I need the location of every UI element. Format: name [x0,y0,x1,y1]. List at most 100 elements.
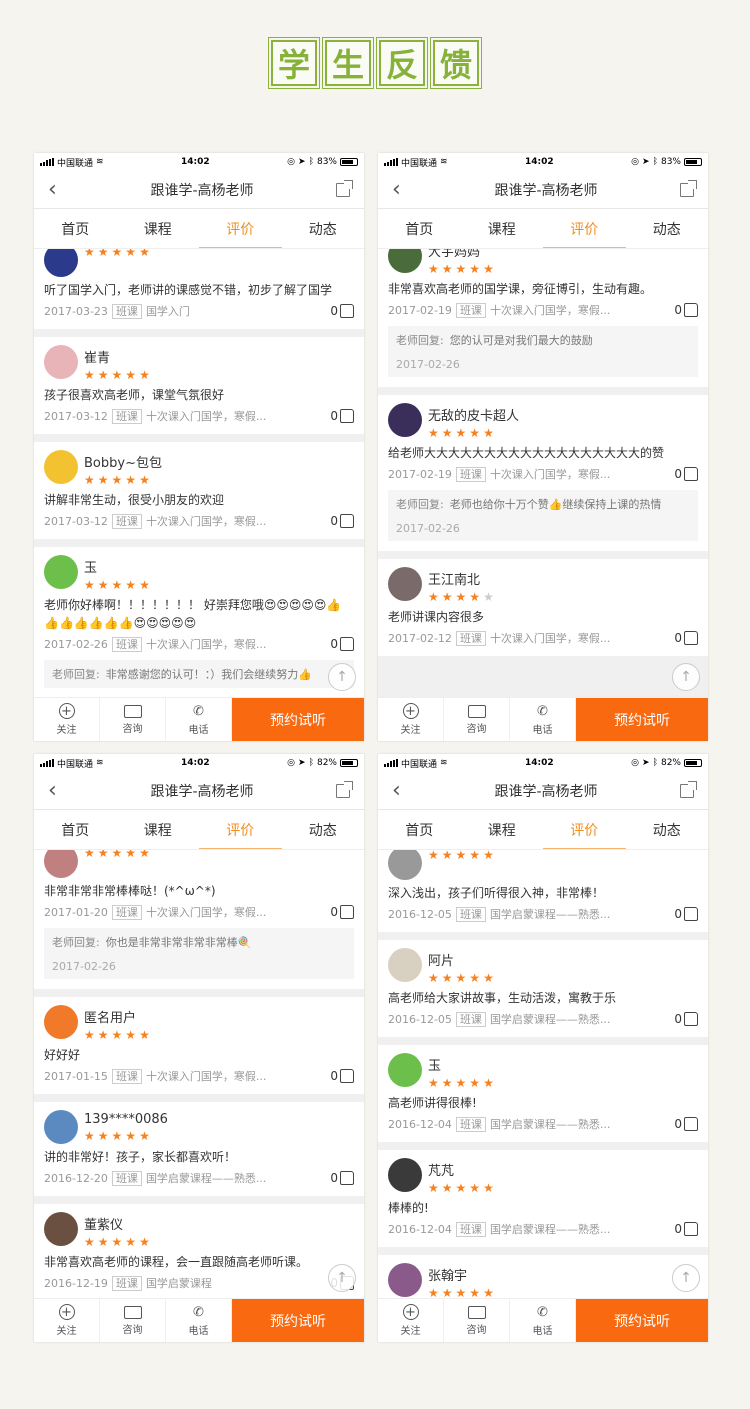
course-name[interactable]: 国学启蒙课程——熟悉... [490,1221,674,1237]
like-button[interactable]: 0 [330,514,354,528]
avatar[interactable] [44,345,78,379]
tab-feed[interactable]: 动态 [282,810,365,849]
course-name[interactable]: 国学启蒙课程——熟悉... [490,1011,674,1027]
avatar[interactable] [44,555,78,589]
avatar[interactable] [44,1005,78,1039]
avatar[interactable] [44,249,78,277]
reply-label: 老师回复: [52,936,100,949]
tab-home[interactable]: 首页 [378,209,461,248]
consult-button[interactable]: 咨询 [100,698,166,741]
like-count: 0 [674,631,682,645]
course-name[interactable]: 十次课入门国学，寒假... [146,1068,330,1084]
follow-button[interactable]: + 关注 [34,698,100,741]
course-name[interactable]: 十次课入门国学，寒假... [146,636,330,652]
course-name[interactable]: 国学启蒙课程 [146,1275,330,1291]
status-left: 中国联通 ≋ [40,156,104,169]
like-button[interactable]: 0 [330,637,354,651]
avatar[interactable] [388,249,422,273]
like-button[interactable]: 0 [674,1117,698,1131]
like-button[interactable]: 0 [674,467,698,481]
follow-button[interactable]: + 关注 [378,1299,444,1342]
share-icon[interactable] [680,780,697,798]
book-trial-button[interactable]: 预约试听 [576,1299,708,1342]
like-button[interactable]: 0 [674,303,698,317]
avatar[interactable] [388,1053,422,1087]
tab-feed[interactable]: 动态 [626,810,709,849]
star-icon: ★ [455,590,470,604]
like-button[interactable]: 0 [674,631,698,645]
tab-courses[interactable]: 课程 [461,209,544,248]
reviewer-name: Bobby~包包 [84,456,162,471]
follow-button[interactable]: + 关注 [34,1299,100,1342]
back-icon[interactable]: ‹ [392,178,412,201]
consult-button[interactable]: 咨询 [444,698,510,741]
tab-reviews[interactable]: 评价 [543,810,626,849]
like-button[interactable]: 0 [330,905,354,919]
phone-button[interactable]: ✆ 电话 [510,698,576,741]
book-trial-button[interactable]: 预约试听 [232,1299,364,1342]
course-name[interactable]: 十次课入门国学，寒假... [490,630,674,646]
tab-feed[interactable]: 动态 [282,209,365,248]
phone-button[interactable]: ✆ 电话 [166,698,232,741]
share-icon[interactable] [336,780,353,798]
back-icon[interactable]: ‹ [392,779,412,802]
consult-button[interactable]: 咨询 [100,1299,166,1342]
course-name[interactable]: 十次课入门国学，寒假... [490,466,674,482]
share-icon[interactable] [336,179,353,197]
avatar[interactable] [388,1158,422,1192]
like-button[interactable]: 0 [330,409,354,423]
tab-reviews[interactable]: 评价 [543,209,626,248]
tab-feed[interactable]: 动态 [626,209,709,248]
course-name[interactable]: 国学入门 [146,303,330,319]
like-button[interactable]: 0 [330,304,354,318]
tab-home[interactable]: 首页 [34,810,117,849]
back-icon[interactable]: ‹ [48,779,68,802]
tab-courses[interactable]: 课程 [117,810,200,849]
wifi-icon: ≋ [96,157,104,167]
avatar[interactable] [44,450,78,484]
avatar[interactable] [44,850,78,878]
avatar[interactable] [44,1212,78,1246]
tab-home[interactable]: 首页 [378,810,461,849]
scroll-to-top-button[interactable]: ↑ [328,663,356,691]
scroll-to-top-button[interactable]: ↑ [672,663,700,691]
back-icon[interactable]: ‹ [48,178,68,201]
avatar[interactable] [388,403,422,437]
tab-reviews[interactable]: 评价 [199,810,282,849]
scroll-to-top-button[interactable]: ↑ [328,1264,356,1292]
book-trial-button[interactable]: 预约试听 [576,698,708,741]
course-name[interactable]: 十次课入门国学，寒假... [146,904,330,920]
avatar[interactable] [388,1263,422,1297]
like-button[interactable]: 0 [674,907,698,921]
carrier-label: 中国联通 [57,158,94,169]
course-name[interactable]: 十次课入门国学，寒假... [490,302,674,318]
class-type-badge: 班课 [111,1170,142,1186]
like-button[interactable]: 0 [674,1012,698,1026]
like-button[interactable]: 0 [330,1171,354,1185]
course-name[interactable]: 国学启蒙课程——熟悉... [146,1170,330,1186]
avatar[interactable] [44,1110,78,1144]
avatar[interactable] [388,948,422,982]
tab-reviews[interactable]: 评价 [199,209,282,248]
book-trial-button[interactable]: 预约试听 [232,698,364,741]
phone-button[interactable]: ✆ 电话 [510,1299,576,1342]
course-name[interactable]: 国学启蒙课程——熟悉... [490,1116,674,1132]
tab-courses[interactable]: 课程 [117,209,200,248]
avatar[interactable] [388,850,422,880]
like-button[interactable]: 0 [330,1069,354,1083]
course-name[interactable]: 十次课入门国学，寒假... [146,513,330,529]
course-name[interactable]: 国学启蒙课程——熟悉... [490,906,674,922]
phone-button[interactable]: ✆ 电话 [166,1299,232,1342]
star-icon: ★ [441,850,456,862]
reply-date: 2017-02-26 [396,522,460,535]
tab-home[interactable]: 首页 [34,209,117,248]
scroll-to-top-button[interactable]: ↑ [672,1264,700,1292]
consult-button[interactable]: 咨询 [444,1299,510,1342]
share-icon[interactable] [680,179,697,197]
tab-courses[interactable]: 课程 [461,810,544,849]
avatar[interactable] [388,567,422,601]
follow-button[interactable]: + 关注 [378,698,444,741]
course-name[interactable]: 十次课入门国学，寒假... [146,408,330,424]
class-type-badge: 班课 [111,636,142,652]
like-button[interactable]: 0 [674,1222,698,1236]
